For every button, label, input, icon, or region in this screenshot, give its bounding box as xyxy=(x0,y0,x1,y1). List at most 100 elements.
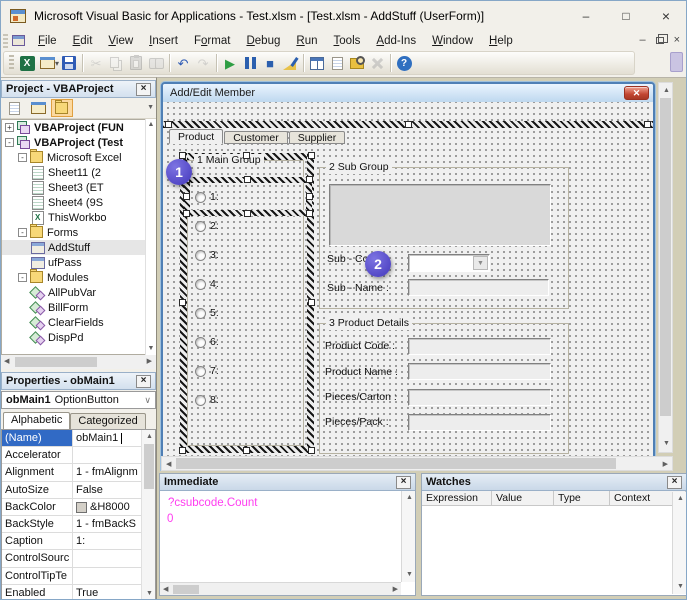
property-row[interactable]: Accelerator xyxy=(2,447,155,464)
property-row[interactable]: (Name)obMain1 xyxy=(2,430,155,447)
tree-item-forms[interactable]: -Forms xyxy=(2,225,155,240)
scroll-down-icon[interactable]: ▼ xyxy=(663,440,670,448)
tree-item-sheet3-et[interactable]: Sheet3 (ET xyxy=(2,180,155,195)
scroll-left-icon[interactable]: ◀ xyxy=(4,358,9,366)
tree-item-ufpass[interactable]: ufPass xyxy=(2,255,155,270)
project-toolbar-overflow[interactable]: ▼ xyxy=(147,104,154,112)
tab-alphabetic[interactable]: Alphabetic xyxy=(3,412,70,429)
expand-icon[interactable]: + xyxy=(5,123,14,132)
immediate-vscrollbar[interactable]: ▲ ▼ xyxy=(401,491,415,582)
form-close-icon[interactable]: ✕ xyxy=(624,86,649,100)
watches-column-value[interactable]: Value xyxy=(492,491,554,505)
selection-handle[interactable] xyxy=(243,152,250,159)
scroll-down-icon[interactable]: ▼ xyxy=(146,590,153,598)
tree-item-sheet11-2[interactable]: Sheet11 (2 xyxy=(2,165,155,180)
selection-handle[interactable] xyxy=(179,299,186,306)
scroll-up-icon[interactable]: ▲ xyxy=(406,494,413,502)
close-icon[interactable]: × xyxy=(646,1,686,31)
optionbutton-2[interactable]: 2: xyxy=(195,219,219,233)
optionbutton-1[interactable]: 1: xyxy=(195,190,219,204)
page-tab-supplier[interactable]: Supplier xyxy=(289,131,346,144)
sub-code-combobox[interactable]: ▼ xyxy=(408,254,490,272)
selection-handle[interactable] xyxy=(243,447,250,454)
optionbutton-6[interactable]: 6: xyxy=(195,335,219,349)
tree-item-thisworkbo[interactable]: ThisWorkbo xyxy=(2,210,155,225)
property-row[interactable]: AutoSizeFalse xyxy=(2,482,155,499)
properties-scrollbar[interactable]: ▲ ▼ xyxy=(141,430,155,600)
page-tab-product[interactable]: Product xyxy=(169,129,223,144)
optionbutton-5[interactable]: 5: xyxy=(195,306,219,320)
property-row[interactable]: Caption1: xyxy=(2,533,155,550)
tree-item-modules[interactable]: -Modules xyxy=(2,270,155,285)
selection-handle[interactable] xyxy=(165,121,172,128)
scroll-thumb[interactable] xyxy=(144,444,154,489)
optionbutton-7[interactable]: 7: xyxy=(195,364,219,378)
selection-handle[interactable] xyxy=(308,299,315,306)
selection-handle[interactable] xyxy=(306,176,313,183)
detail-textbox-2[interactable] xyxy=(408,363,551,380)
object-browser-icon[interactable] xyxy=(347,53,367,73)
selection-handle[interactable] xyxy=(306,193,313,200)
selection-handle[interactable] xyxy=(308,447,315,454)
collapse-icon[interactable]: - xyxy=(18,153,27,162)
maximize-icon[interactable]: □ xyxy=(606,1,646,31)
view-object-button[interactable] xyxy=(27,99,49,117)
collapse-icon[interactable]: - xyxy=(5,138,14,147)
scroll-up-icon[interactable]: ▲ xyxy=(677,495,684,503)
help-icon[interactable]: ? xyxy=(394,53,414,73)
scroll-thumb[interactable] xyxy=(173,585,199,594)
selection-handle[interactable] xyxy=(183,193,190,200)
collapse-icon[interactable]: - xyxy=(18,228,27,237)
selection-handle[interactable] xyxy=(644,121,651,128)
mdi-child-icon[interactable] xyxy=(12,35,25,46)
menu-view[interactable]: View xyxy=(100,32,141,50)
project-hscrollbar[interactable]: ◀ ▶ xyxy=(1,355,156,369)
tree-item-microsoft-excel[interactable]: -Microsoft Excel xyxy=(2,150,155,165)
toggle-folders-button[interactable] xyxy=(51,99,73,117)
tree-item-clearfields[interactable]: ClearFields xyxy=(2,315,155,330)
project-panel-header[interactable]: Project - VBAProject × xyxy=(1,80,156,98)
break-icon[interactable] xyxy=(240,53,260,73)
designer-vscrollbar[interactable]: ▲ ▼ xyxy=(658,82,673,453)
optionbutton-8[interactable]: 8: xyxy=(195,393,219,407)
tree-item-sheet4-9s[interactable]: Sheet4 (9S xyxy=(2,195,155,210)
watches-column-expression[interactable]: Expression xyxy=(422,491,492,505)
scroll-left-icon[interactable]: ◀ xyxy=(163,586,168,594)
scroll-right-icon[interactable]: ▶ xyxy=(393,586,398,594)
watches-vscrollbar[interactable]: ▲ ▼ xyxy=(672,492,686,594)
selection-handle[interactable] xyxy=(244,210,251,217)
combo-dropdown-icon[interactable]: ▼ xyxy=(473,256,488,270)
selection-handle[interactable] xyxy=(179,447,186,454)
form-design-surface[interactable]: ProductCustomerSupplier 1 1 Main Group 2… xyxy=(163,102,653,469)
project-close-icon[interactable]: × xyxy=(136,83,151,96)
immediate-close-icon[interactable]: × xyxy=(396,476,411,489)
scroll-up-icon[interactable]: ▲ xyxy=(146,433,153,441)
menu-insert[interactable]: Insert xyxy=(141,32,186,50)
tab-categorized[interactable]: Categorized xyxy=(70,413,145,429)
minimize-icon[interactable]: – xyxy=(566,1,606,31)
collapse-icon[interactable]: - xyxy=(18,273,27,282)
tree-item-billform[interactable]: BillForm xyxy=(2,300,155,315)
sub-group-listbox[interactable] xyxy=(329,184,551,246)
properties-window-icon[interactable] xyxy=(327,53,347,73)
detail-textbox-3[interactable] xyxy=(408,389,551,406)
watches-close-icon[interactable]: × xyxy=(667,476,682,489)
selection-handle[interactable] xyxy=(179,152,186,159)
save-icon[interactable] xyxy=(59,53,79,73)
scroll-thumb[interactable] xyxy=(176,458,616,469)
tree-item-disppd[interactable]: DispPd xyxy=(2,330,155,345)
scroll-left-icon[interactable]: ◀ xyxy=(166,461,171,469)
selection-handle[interactable] xyxy=(308,152,315,159)
mdi-restore-icon[interactable] xyxy=(656,37,664,44)
menu-file[interactable]: File xyxy=(30,32,65,50)
property-row[interactable]: ControlTipTe xyxy=(2,568,155,585)
detail-textbox-1[interactable] xyxy=(408,338,551,355)
object-selector[interactable]: obMain1 OptionButton ∨ xyxy=(1,391,156,409)
menu-add-ins[interactable]: Add-Ins xyxy=(368,32,424,50)
reset-icon[interactable]: ■ xyxy=(260,53,280,73)
immediate-header[interactable]: Immediate × xyxy=(160,474,415,491)
optionbutton-3[interactable]: 3: xyxy=(195,248,219,262)
scroll-right-icon[interactable]: ▶ xyxy=(147,358,152,366)
sub-name-textbox[interactable] xyxy=(408,279,549,296)
selection-handle[interactable] xyxy=(306,210,313,217)
